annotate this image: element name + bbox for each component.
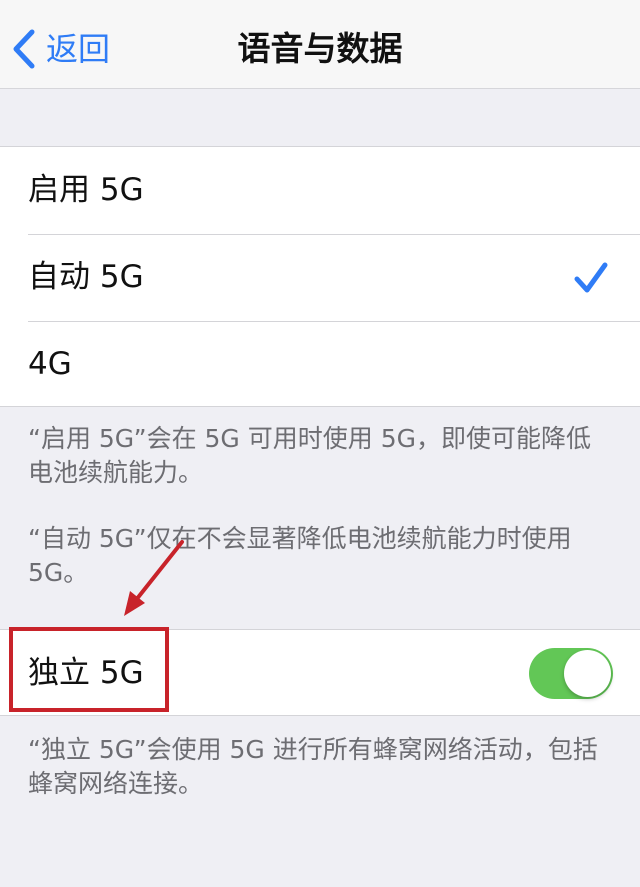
navigation-bar: 返回 语音与数据	[0, 0, 640, 89]
standalone-5g-toggle[interactable]	[529, 648, 613, 699]
footnote-standalone-5g: “独立 5G”会使用 5G 进行所有蜂窝网络活动，包括蜂窝网络连接。	[28, 735, 598, 798]
option-auto-5g[interactable]: 自动 5G	[0, 234, 640, 321]
footnote-enable-5g: “启用 5G”会在 5G 可用时使用 5G，即使可能降低电池续航能力。	[28, 424, 591, 487]
option-label: 4G	[28, 346, 72, 382]
option-label: 启用 5G	[28, 172, 144, 208]
network-options-group: 启用 5G 自动 5G 4G	[0, 146, 640, 407]
toggle-knob	[564, 650, 611, 697]
option-label: 自动 5G	[28, 259, 144, 295]
checkmark-icon	[572, 259, 610, 297]
option-4g[interactable]: 4G	[0, 321, 640, 408]
footnote-auto-5g: “自动 5G”仅在不会显著降低电池续航能力时使用 5G。	[28, 524, 572, 587]
option-enable-5g[interactable]: 启用 5G	[0, 147, 640, 234]
page-title: 语音与数据	[237, 29, 403, 68]
highlight-box	[9, 627, 169, 712]
